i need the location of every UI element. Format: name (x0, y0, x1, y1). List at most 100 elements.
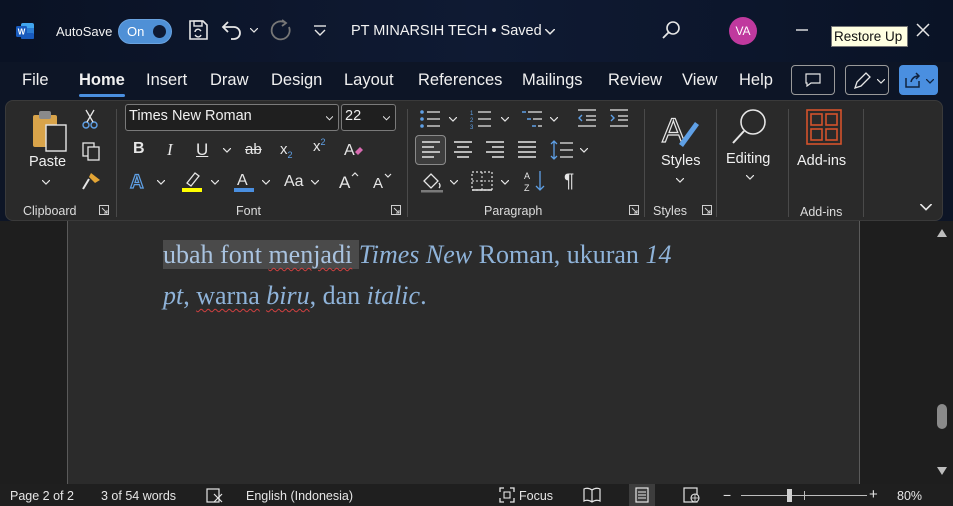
font-size-dropdown-icon[interactable] (383, 115, 390, 122)
borders-icon[interactable] (471, 171, 493, 191)
add-ins-button-label[interactable]: Add-ins (797, 153, 846, 169)
borders-dropdown-icon[interactable] (501, 180, 509, 185)
underline-icon[interactable]: U (196, 140, 208, 160)
bullets-icon[interactable] (419, 109, 441, 129)
focus-label[interactable]: Focus (519, 489, 553, 503)
styles-icon[interactable]: A (661, 110, 701, 148)
undo-icon[interactable] (220, 18, 244, 42)
font-color-dropdown-icon[interactable] (262, 180, 270, 185)
customize-qat-icon[interactable] (308, 18, 332, 42)
copy-icon[interactable] (81, 141, 101, 161)
scroll-down-icon[interactable] (937, 467, 947, 475)
shrink-font-icon[interactable]: A (372, 171, 394, 191)
tab-help[interactable]: Help (739, 71, 773, 90)
increase-indent-icon[interactable] (609, 109, 629, 127)
page-count[interactable]: Page 2 of 2 (10, 489, 74, 503)
zoom-out-icon[interactable]: − (723, 487, 731, 503)
justify-icon[interactable] (517, 141, 537, 159)
align-center-icon[interactable] (453, 141, 473, 159)
italic-icon[interactable]: I (167, 140, 173, 160)
bold-icon[interactable]: B (133, 140, 145, 158)
add-ins-icon[interactable] (806, 109, 842, 145)
vertical-scrollbar[interactable] (934, 228, 951, 480)
collapse-ribbon-icon[interactable] (920, 204, 932, 211)
scroll-up-icon[interactable] (937, 229, 947, 237)
word-count[interactable]: 3 of 54 words (101, 489, 176, 503)
editing-button-label[interactable]: Editing (726, 151, 770, 167)
editing-search-icon[interactable] (728, 107, 770, 147)
tab-review[interactable]: Review (608, 71, 662, 90)
tab-draw[interactable]: Draw (210, 71, 249, 90)
tab-layout[interactable]: Layout (344, 71, 394, 90)
tab-insert[interactable]: Insert (146, 71, 187, 90)
minimize-icon[interactable] (790, 18, 814, 42)
paragraph-launcher-icon[interactable] (629, 205, 639, 215)
show-paragraph-marks-icon[interactable]: ¶ (564, 171, 574, 193)
zoom-in-icon[interactable]: + (869, 486, 878, 503)
font-name-box[interactable]: Times New Roman (125, 104, 339, 131)
autosave-toggle[interactable]: On (118, 19, 172, 44)
bullets-dropdown-icon[interactable] (449, 117, 457, 122)
scrollbar-thumb[interactable] (937, 404, 947, 429)
undo-dropdown-icon[interactable] (250, 28, 258, 33)
avatar[interactable]: VA (729, 17, 757, 45)
print-layout-icon[interactable] (634, 487, 650, 503)
selected-text[interactable]: ubah font menjadi (163, 240, 359, 269)
paste-icon[interactable] (30, 109, 70, 153)
tab-mailings[interactable]: Mailings (522, 71, 583, 90)
underline-dropdown-icon[interactable] (223, 148, 231, 153)
text-effects-dropdown-icon[interactable] (157, 180, 165, 185)
clear-formatting-icon[interactable]: A (343, 139, 365, 161)
cut-icon[interactable] (81, 109, 99, 129)
save-icon[interactable] (186, 18, 210, 42)
numbering-icon[interactable]: 1 2 3 (470, 109, 492, 129)
numbering-dropdown-icon[interactable] (501, 117, 509, 122)
line-spacing-dropdown-icon[interactable] (580, 148, 588, 153)
read-mode-icon[interactable] (583, 487, 601, 503)
font-color-icon[interactable]: A (233, 169, 255, 193)
web-layout-icon[interactable] (683, 487, 700, 503)
superscript-icon[interactable]: x2 (313, 137, 326, 155)
tab-home[interactable]: Home (79, 71, 125, 90)
zoom-level[interactable]: 80% (897, 489, 922, 503)
change-case-icon[interactable]: Aa (284, 173, 304, 191)
tab-file[interactable]: File (22, 71, 49, 90)
tab-references[interactable]: References (418, 71, 502, 90)
sort-icon[interactable]: A Z (524, 169, 546, 193)
subscript-icon[interactable]: x2 (280, 141, 293, 160)
multilevel-list-icon[interactable] (521, 109, 543, 129)
document-text[interactable]: ubah font menjadi Times New Roman, ukura… (163, 234, 763, 316)
editing-mode-button[interactable] (845, 65, 889, 95)
shading-dropdown-icon[interactable] (450, 180, 458, 185)
shading-icon[interactable] (420, 171, 444, 193)
format-painter-icon[interactable] (81, 171, 103, 191)
redo-icon[interactable] (268, 18, 292, 42)
text-effects-icon[interactable]: A (128, 170, 150, 192)
share-button[interactable] (899, 65, 938, 95)
clipboard-launcher-icon[interactable] (99, 205, 109, 215)
font-name-dropdown-icon[interactable] (326, 115, 333, 122)
line-spacing-icon[interactable] (550, 139, 574, 161)
change-case-dropdown-icon[interactable] (311, 180, 319, 185)
multilevel-dropdown-icon[interactable] (550, 117, 558, 122)
document-title[interactable]: PT MINARSIH TECH • Saved (351, 23, 542, 39)
font-size-box[interactable]: 22 (341, 104, 396, 131)
tab-design[interactable]: Design (271, 71, 322, 90)
close-icon[interactable] (911, 18, 935, 42)
language-indicator[interactable]: English (Indonesia) (246, 489, 353, 503)
decrease-indent-icon[interactable] (577, 109, 597, 127)
align-left-icon[interactable] (421, 141, 441, 159)
proofing-icon[interactable] (206, 488, 224, 503)
highlight-dropdown-icon[interactable] (211, 180, 219, 185)
font-launcher-icon[interactable] (391, 205, 401, 215)
highlight-color-icon[interactable] (181, 169, 203, 193)
focus-icon[interactable] (499, 487, 515, 503)
styles-dropdown-icon[interactable] (676, 178, 684, 183)
styles-launcher-icon[interactable] (702, 205, 712, 215)
editing-dropdown-icon[interactable] (746, 175, 754, 180)
tab-view[interactable]: View (682, 71, 717, 90)
search-icon[interactable] (660, 18, 684, 42)
paste-label[interactable]: Paste (29, 154, 66, 170)
align-right-icon[interactable] (485, 141, 505, 159)
styles-button-label[interactable]: Styles (661, 153, 701, 169)
